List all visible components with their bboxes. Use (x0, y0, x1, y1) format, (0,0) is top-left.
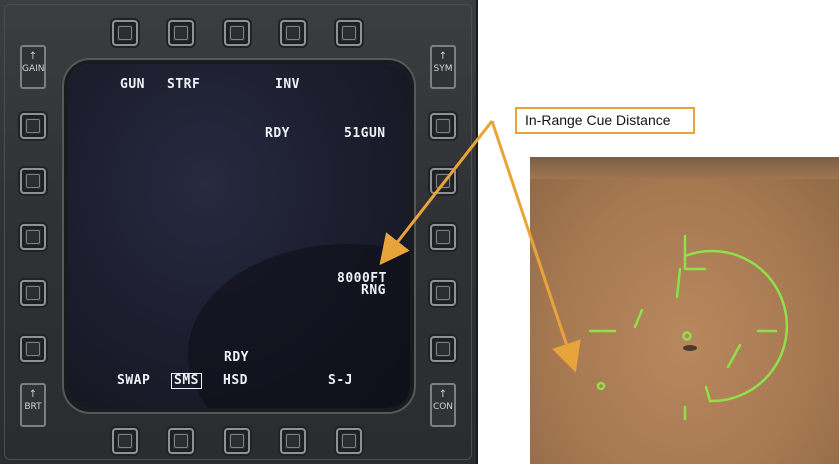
callout-arrows (379, 120, 581, 373)
arrow-to-hud-cue (490, 120, 581, 373)
arrow-to-mfd-range (379, 120, 494, 266)
